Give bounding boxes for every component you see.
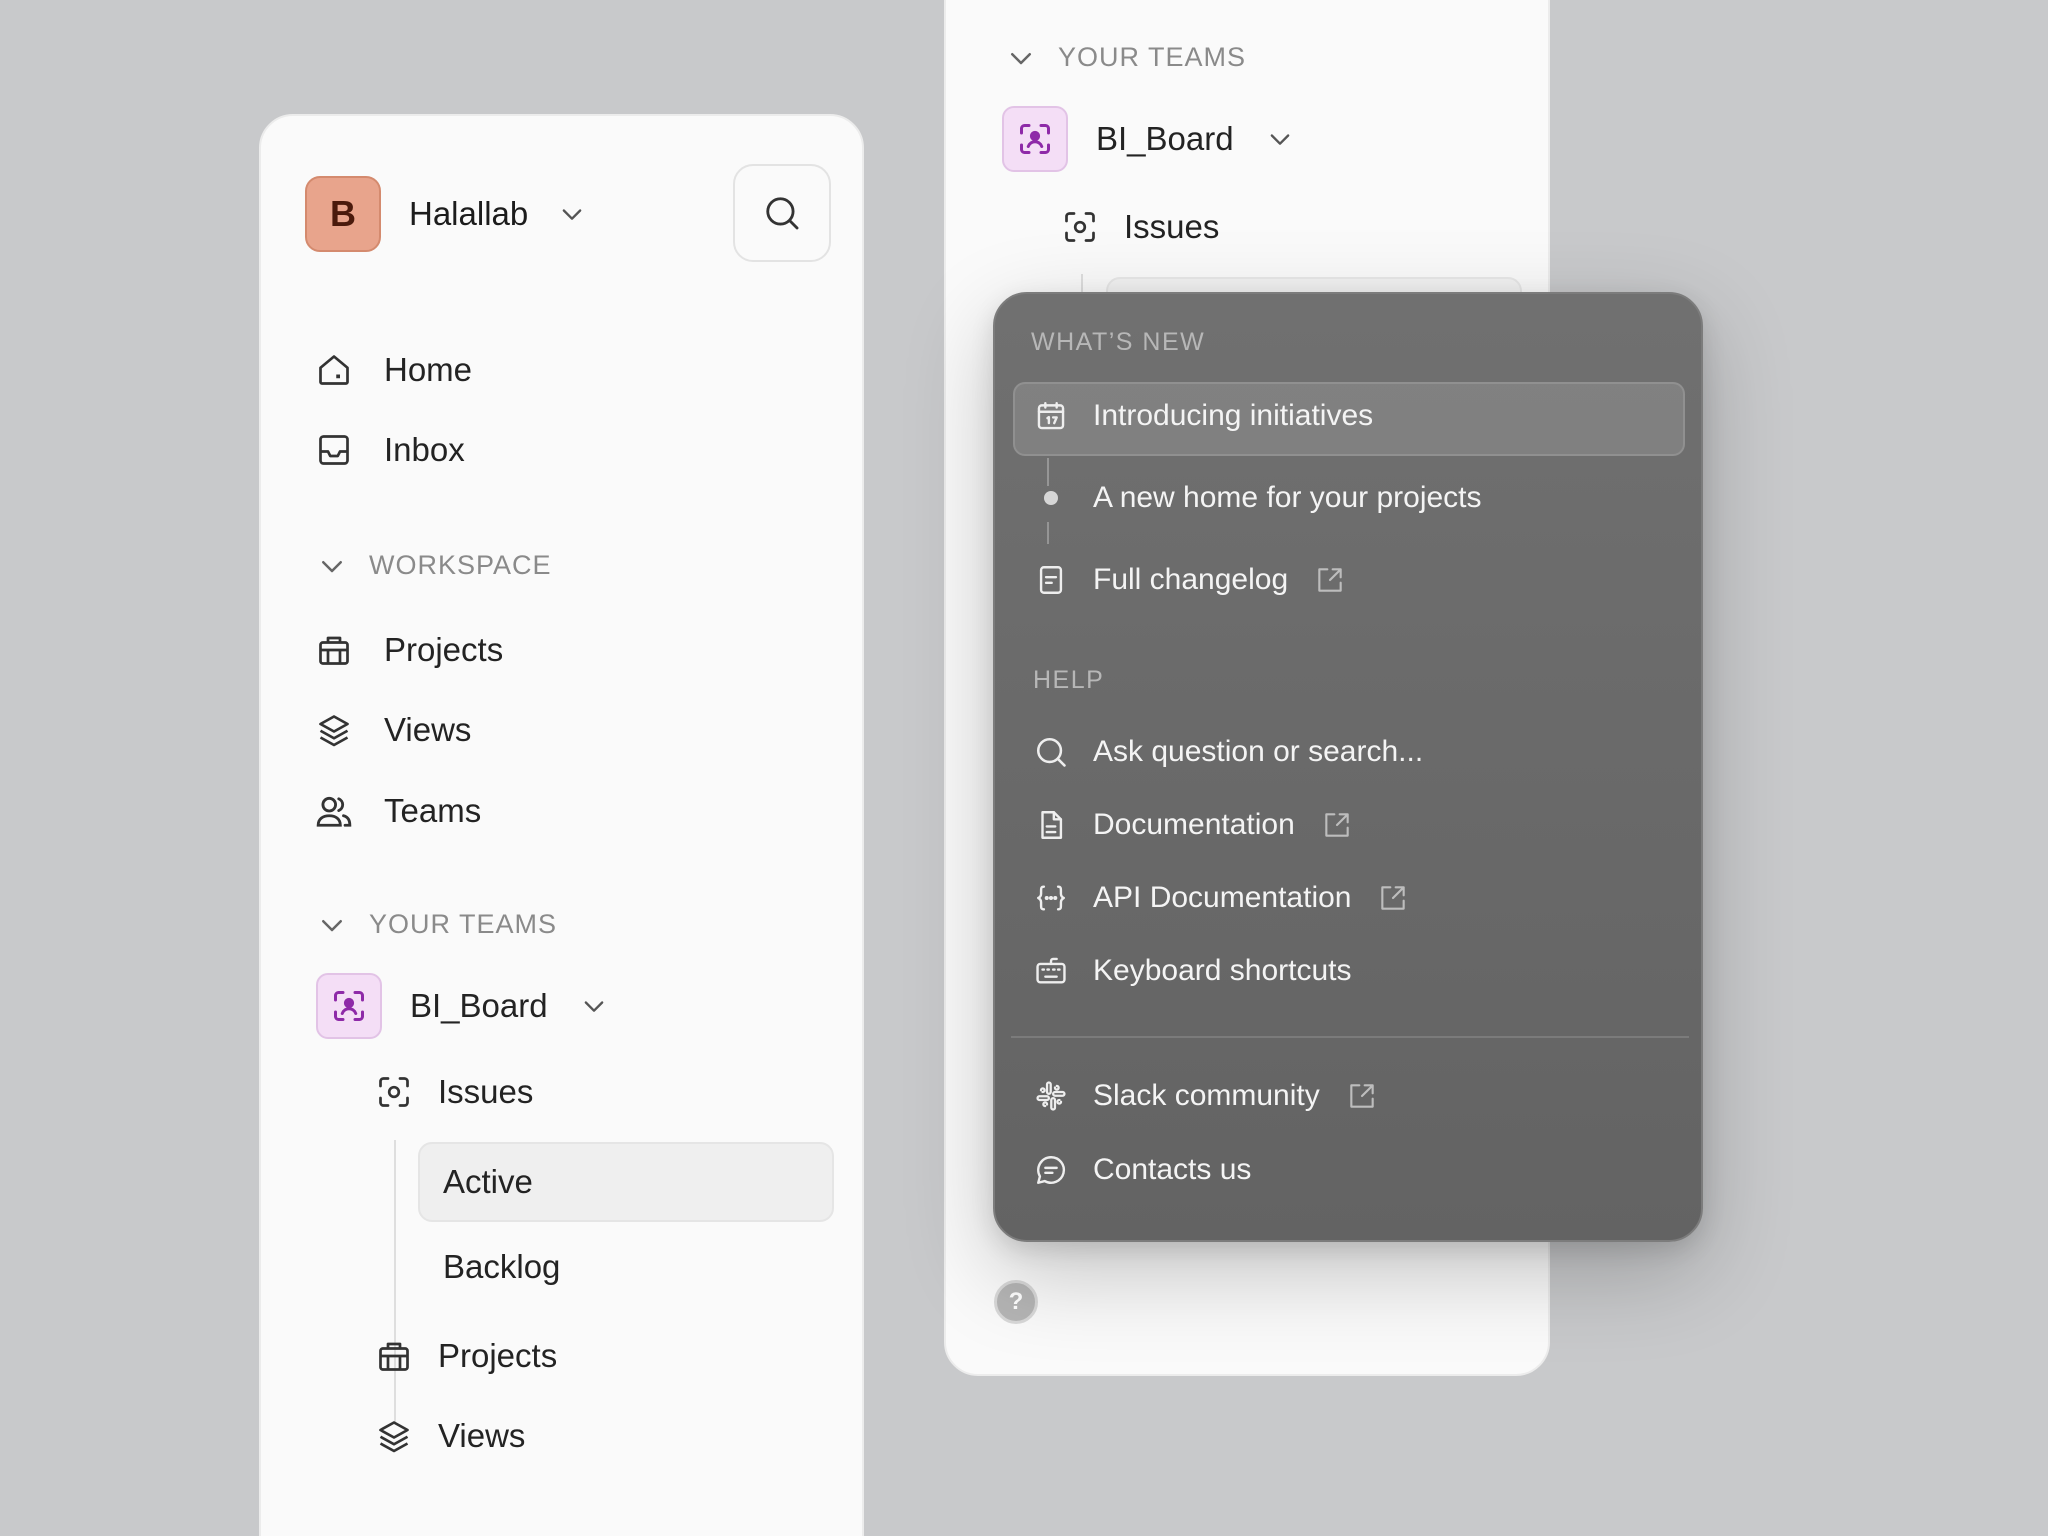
nav-views[interactable]: Views — [314, 710, 471, 750]
code-braces-icon — [1033, 880, 1069, 916]
tree-line — [394, 1140, 396, 1422]
timeline-line — [1047, 522, 1049, 544]
chevron-down-icon — [1266, 125, 1294, 153]
chevron-down-icon — [558, 200, 586, 228]
bullet-dot-icon — [1033, 480, 1069, 516]
layers-icon — [314, 710, 354, 750]
team-icon — [316, 973, 382, 1039]
keyboard-icon — [1033, 953, 1069, 989]
nav-views-label: Views — [384, 711, 472, 748]
menu-changelog-label: Full changelog — [1093, 563, 1289, 596]
users-icon — [314, 791, 354, 831]
search-icon — [763, 194, 801, 232]
menu-documentation[interactable]: Documentation — [1033, 807, 1353, 843]
help-menu-popover: WHAT’S NEW Introducing initiatives A new… — [993, 292, 1703, 1242]
workspace-switcher[interactable]: B Halallab — [305, 176, 586, 252]
team-projects-label: Projects — [438, 1337, 558, 1374]
team-issues-label: Issues — [1124, 208, 1220, 245]
whats-new-title: WHAT’S NEW — [1031, 328, 1206, 356]
nav-teams[interactable]: Teams — [314, 791, 481, 831]
search-button[interactable] — [733, 164, 831, 262]
issues-icon — [374, 1072, 414, 1112]
nav-teams-label: Teams — [384, 792, 482, 829]
menu-api-label: API Documentation — [1093, 881, 1352, 914]
nav-home-label: Home — [384, 351, 473, 388]
team-issues[interactable]: Issues — [1060, 207, 1219, 247]
workspace-section-title: WORKSPACE — [369, 550, 552, 580]
workspace-name: Halallab — [409, 195, 529, 232]
menu-new-home-label: A new home for your projects — [1093, 481, 1482, 514]
external-link-icon — [1314, 564, 1346, 596]
team-bi-board[interactable]: BI_Board — [316, 973, 608, 1039]
team-views-label: Views — [438, 1417, 526, 1454]
external-link-icon — [1346, 1080, 1378, 1112]
file-text-icon — [1033, 807, 1069, 843]
team-bi-board[interactable]: BI_Board — [1002, 106, 1294, 172]
issues-backlog[interactable]: Backlog — [443, 1248, 560, 1286]
team-icon — [1002, 106, 1068, 172]
left-sidebar: B Halallab Home Inbox WORKSPACE Projects… — [259, 114, 864, 1536]
layers-icon — [374, 1416, 414, 1456]
document-icon — [1033, 562, 1069, 598]
your-teams-section-toggle[interactable]: YOUR TEAMS — [1006, 42, 1246, 73]
menu-contacts-us[interactable]: Contacts us — [1033, 1152, 1251, 1188]
your-teams-section-title: YOUR TEAMS — [369, 909, 558, 939]
menu-slack-label: Slack community — [1093, 1079, 1320, 1112]
briefcase-icon — [374, 1336, 414, 1376]
search-icon — [1033, 734, 1069, 770]
inbox-icon — [314, 430, 354, 470]
menu-new-home-projects[interactable]: A new home for your projects — [1033, 480, 1482, 516]
chevron-down-icon — [317, 551, 347, 581]
workspace-section-toggle[interactable]: WORKSPACE — [317, 550, 552, 581]
external-link-icon — [1377, 882, 1409, 914]
menu-introducing-initiatives[interactable]: Introducing initiatives — [1033, 398, 1373, 434]
menu-ask-question[interactable]: Ask question or search... — [1033, 734, 1423, 770]
home-icon — [314, 350, 354, 390]
menu-contacts-label: Contacts us — [1093, 1153, 1252, 1186]
calendar-icon — [1033, 398, 1069, 434]
team-issues-label: Issues — [438, 1073, 534, 1110]
nav-projects[interactable]: Projects — [314, 630, 503, 670]
your-teams-section-title: YOUR TEAMS — [1058, 42, 1247, 72]
nav-home[interactable]: Home — [314, 350, 472, 390]
workspace-avatar: B — [305, 176, 381, 252]
issues-icon — [1060, 207, 1100, 247]
your-teams-section-toggle[interactable]: YOUR TEAMS — [317, 909, 557, 940]
briefcase-icon — [314, 630, 354, 670]
team-name: BI_Board — [410, 987, 548, 1024]
team-issues[interactable]: Issues — [374, 1072, 533, 1112]
chevron-down-icon — [1006, 43, 1036, 73]
team-projects[interactable]: Projects — [374, 1336, 557, 1376]
menu-api-documentation[interactable]: API Documentation — [1033, 880, 1409, 916]
team-views[interactable]: Views — [374, 1416, 525, 1456]
chat-bubble-icon — [1033, 1152, 1069, 1188]
slack-icon — [1033, 1078, 1069, 1114]
menu-slack-community[interactable]: Slack community — [1033, 1078, 1378, 1114]
help-title: HELP — [1033, 666, 1105, 694]
menu-keyboard-label: Keyboard shortcuts — [1093, 954, 1352, 987]
menu-keyboard-shortcuts[interactable]: Keyboard shortcuts — [1033, 953, 1351, 989]
external-link-icon — [1321, 809, 1353, 841]
help-button[interactable]: ? — [994, 1280, 1038, 1324]
menu-introducing-label: Introducing initiatives — [1093, 399, 1374, 432]
menu-full-changelog[interactable]: Full changelog — [1033, 562, 1346, 598]
chevron-down-icon — [317, 910, 347, 940]
menu-documentation-label: Documentation — [1093, 808, 1295, 841]
nav-inbox[interactable]: Inbox — [314, 430, 465, 470]
nav-projects-label: Projects — [384, 631, 504, 668]
team-name: BI_Board — [1096, 120, 1234, 157]
nav-inbox-label: Inbox — [384, 431, 465, 468]
menu-ask-label: Ask question or search... — [1093, 735, 1424, 768]
chevron-down-icon — [580, 992, 608, 1020]
issues-active-label: Active — [443, 1163, 533, 1200]
menu-divider — [1011, 1036, 1689, 1038]
